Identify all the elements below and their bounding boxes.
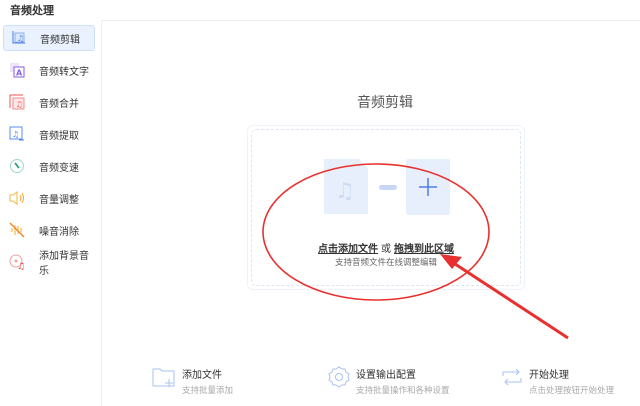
svg-text:A: A	[16, 69, 23, 78]
or-text: 或	[381, 244, 391, 255]
repeat-icon	[502, 368, 522, 386]
svg-text:♫: ♫	[17, 262, 25, 270]
sidebar-item-audio-extract[interactable]: ♫ 音频提取	[3, 121, 95, 147]
action-subtitle: 点击处理按钮开始处理	[529, 386, 615, 396]
action-title: 开始处理	[529, 370, 569, 381]
audio-merge-icon: ♫	[9, 94, 25, 110]
sidebar-item-noise-removal[interactable]: 噪音消除	[3, 217, 95, 243]
sidebar-item-label: 音量调整	[39, 194, 79, 206]
sidebar-item-audio-to-text[interactable]: A 音频转文字	[3, 57, 95, 83]
app-title: 音频处理	[10, 4, 54, 17]
sidebar-item-label: 噪音消除	[39, 226, 79, 238]
page-title: 音频剪辑	[357, 95, 413, 111]
connector	[379, 185, 397, 190]
sidebar-item-label: 音频合并	[39, 98, 79, 110]
sidebar-item-label: 音频剪辑	[40, 34, 80, 46]
audio-extract-icon: ♫	[9, 126, 25, 142]
drop-instructions: 点击添加文件或拖拽到此区域	[248, 240, 524, 255]
click-add-file-link[interactable]: 点击添加文件	[318, 244, 378, 255]
sidebar-item-label: 音频提取	[39, 130, 79, 142]
audio-cut-icon: ♫	[10, 30, 26, 46]
action-subtitle: 支持批量添加	[182, 386, 234, 396]
audio-speed-icon	[9, 158, 25, 174]
divider	[102, 20, 640, 21]
sidebar-item-label: 添加背景音乐	[39, 251, 89, 277]
sidebar-item-audio-cut[interactable]: ♫ 音频剪辑	[3, 25, 95, 51]
svg-text:♫: ♫	[12, 130, 19, 139]
background-music-icon: ♫	[9, 254, 25, 270]
sidebar-item-audio-speed[interactable]: 音频变速	[3, 153, 95, 179]
drag-here-link[interactable]: 拖拽到此区域	[394, 244, 454, 255]
output-settings-action[interactable]: 设置输出配置支持批量操作和各种设置	[328, 366, 450, 396]
svg-text:♫: ♫	[16, 100, 23, 109]
svg-text:♫: ♫	[335, 179, 355, 204]
add-file-action[interactable]: 添加文件支持批量添加	[152, 366, 233, 396]
drop-zone[interactable]: ♫ 点击添加文件或拖拽到此区域 支持音频文件在线调整编辑	[247, 125, 525, 290]
start-processing-action[interactable]: 开始处理点击处理按钮开始处理	[501, 366, 614, 396]
sidebar-item-label: 音频转文字	[39, 66, 89, 78]
volume-icon	[9, 190, 25, 206]
svg-text:♫: ♫	[17, 34, 24, 43]
gear-icon	[328, 366, 350, 388]
audio-to-text-icon: A	[9, 62, 25, 78]
file-to-add-illustration: ♫	[324, 159, 450, 215]
folder-add-icon	[152, 368, 175, 387]
sidebar-item-volume[interactable]: 音量调整	[3, 185, 95, 211]
sidebar-item-background-music[interactable]: ♫ 添加背景音乐	[3, 249, 95, 277]
noise-removal-icon	[9, 222, 25, 238]
action-title: 设置输出配置	[356, 370, 416, 381]
action-title: 添加文件	[182, 370, 222, 381]
sidebar: ♫ 音频剪辑 A 音频转文字 ♫ 音频合并 ♫ 音频提取 音频变速 音量调整 噪…	[0, 20, 102, 406]
drop-hint: 支持音频文件在线调整编辑	[334, 258, 437, 268]
action-subtitle: 支持批量操作和各种设置	[356, 386, 450, 396]
sidebar-item-label: 音频变速	[39, 162, 79, 174]
sidebar-item-audio-merge[interactable]: ♫ 音频合并	[3, 89, 95, 115]
